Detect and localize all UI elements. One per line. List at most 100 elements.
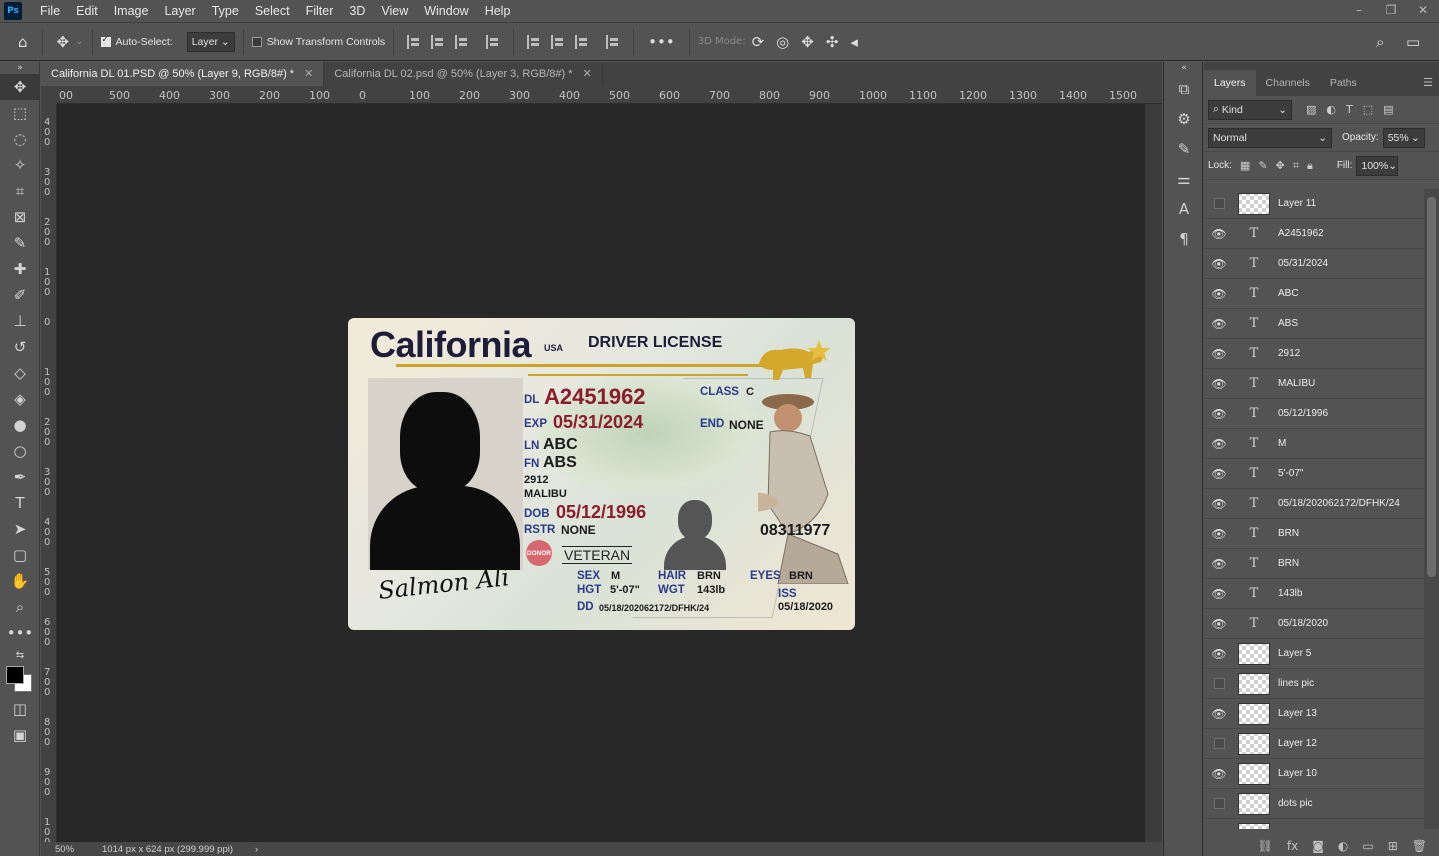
link-layers-icon[interactable]: ⛓ [1258, 839, 1273, 853]
brush-tool-icon[interactable]: ✐ [0, 282, 40, 308]
brush-settings-icon[interactable]: ✎ [1164, 134, 1204, 164]
screen-mode-icon[interactable]: ▣ [0, 722, 40, 748]
type-tool-icon[interactable]: T [0, 490, 40, 516]
align-center-icon[interactable] [431, 34, 445, 49]
auto-select-target-dropdown[interactable]: Layer ⌄ [186, 31, 235, 52]
eye-icon[interactable]: 👁︎ [1204, 519, 1234, 549]
layer-row[interactable]: 👁︎ T 5'-07" [1204, 459, 1424, 489]
layer-row[interactable]: 👁︎ T 05/12/1996 [1204, 399, 1424, 429]
eyedropper-tool-icon[interactable]: ✎ [0, 230, 40, 256]
character-icon[interactable]: A [1164, 194, 1204, 224]
zoom-tool-icon[interactable]: ⌕ [0, 594, 40, 620]
layer-row[interactable]: 👁︎ T 143lb [1204, 579, 1424, 609]
adjustment-layer-icon[interactable]: ◐ [1338, 839, 1348, 853]
paragraph-icon[interactable]: ¶ [1164, 224, 1204, 254]
align-top-icon[interactable] [527, 34, 541, 49]
pen-tool-icon[interactable]: ✒ [0, 464, 40, 490]
menu-image[interactable]: Image [106, 0, 157, 22]
align-right-icon[interactable] [455, 34, 469, 49]
collapse-icon[interactable]: « [1164, 62, 1204, 74]
layer-row[interactable]: 👁︎ T ABC [1204, 279, 1424, 309]
eye-icon[interactable]: 👁︎ [1204, 249, 1234, 279]
path-select-tool-icon[interactable]: ➤ [0, 516, 40, 542]
eye-icon[interactable]: 👁︎ [1204, 699, 1234, 729]
menu-view[interactable]: View [373, 0, 416, 22]
workspace-icon[interactable]: ▭ [1406, 33, 1420, 51]
hand-tool-icon[interactable]: ✋ [0, 568, 40, 594]
show-transform-checkbox[interactable] [251, 36, 262, 47]
eye-icon[interactable]: 👁︎ [1204, 429, 1234, 459]
visibility-toggle[interactable] [1204, 669, 1234, 699]
chevron-down-icon[interactable]: ⌄ [75, 36, 83, 47]
opacity-input[interactable]: 55% ⌄ [1382, 127, 1425, 148]
eye-icon[interactable]: 👁︎ [1204, 759, 1234, 789]
menu-file[interactable]: File [32, 0, 68, 22]
layer-row[interactable]: 👁︎ T 05/31/2024 [1204, 249, 1424, 279]
eye-icon[interactable]: 👁︎ [1204, 609, 1234, 639]
shape-tool-icon[interactable]: ▢ [0, 542, 40, 568]
distribute-vertical-icon[interactable] [606, 34, 620, 49]
scroll-thumb[interactable] [1427, 197, 1436, 577]
menu-edit[interactable]: Edit [68, 0, 106, 22]
menu-type[interactable]: Type [204, 0, 247, 22]
lock-transparent-icon[interactable]: ▦ [1240, 159, 1250, 172]
menu-3d[interactable]: 3D [341, 0, 373, 22]
align-left-icon[interactable] [407, 34, 421, 49]
zoom-level[interactable]: 50% [55, 844, 74, 855]
tab-channels[interactable]: Channels [1256, 70, 1320, 96]
new-layer-icon[interactable]: ⊞ [1388, 839, 1398, 853]
layer-row[interactable]: 👁︎ Layer 5 [1204, 639, 1424, 669]
filter-type-icon[interactable]: T [1346, 103, 1353, 116]
filter-smart-object-icon[interactable]: ▤ [1383, 103, 1393, 116]
layer-row[interactable]: 👁︎ Layer 10 [1204, 759, 1424, 789]
eye-icon[interactable]: 👁︎ [1204, 459, 1234, 489]
eye-icon[interactable]: 👁︎ [1204, 399, 1234, 429]
swap-colors-icon[interactable]: ⇆ [0, 646, 40, 664]
lasso-tool-icon[interactable]: ◌ [0, 126, 40, 152]
adjustments-icon[interactable]: ⚌ [1164, 164, 1204, 194]
crop-tool-icon[interactable]: ⌗ [0, 178, 40, 204]
menu-select[interactable]: Select [247, 0, 298, 22]
layer-row[interactable]: lines pic [1204, 669, 1424, 699]
visibility-toggle[interactable] [1204, 789, 1234, 819]
document-image-driver-license[interactable]: California USA DRIVER LICENSE DL A245196… [348, 318, 855, 630]
align-middle-icon[interactable] [551, 34, 565, 49]
align-bottom-icon[interactable] [575, 34, 589, 49]
eye-icon[interactable]: 👁︎ [1204, 279, 1234, 309]
paint-bucket-tool-icon[interactable]: ◈ [0, 386, 40, 412]
lock-all-icon[interactable]: 🔒︎ [1307, 159, 1313, 173]
visibility-toggle[interactable] [1204, 729, 1234, 759]
close-tab-icon[interactable]: ✕ [583, 68, 592, 80]
filter-kind-dropdown[interactable]: ⌕ Kind ⌄ [1208, 99, 1292, 120]
dodge-tool-icon[interactable]: ○ [0, 438, 40, 464]
properties-icon[interactable]: ⚙ [1164, 104, 1204, 134]
eye-icon[interactable]: 👁︎ [1204, 819, 1234, 830]
tab-layers[interactable]: Layers [1204, 70, 1256, 96]
more-tools-icon[interactable]: ••• [0, 620, 40, 646]
frame-tool-icon[interactable]: ⊠ [0, 204, 40, 230]
layer-row[interactable]: dots pic [1204, 789, 1424, 819]
layers-scrollbar[interactable] [1424, 189, 1439, 829]
layer-row[interactable]: 👁︎ T BRN [1204, 549, 1424, 579]
menu-filter[interactable]: Filter [298, 0, 342, 22]
eye-icon[interactable]: 👁︎ [1204, 369, 1234, 399]
eye-icon[interactable]: 👁︎ [1204, 549, 1234, 579]
filter-pixel-icon[interactable]: ▨ [1306, 103, 1316, 116]
layer-row[interactable]: 👁︎ Layer 7 [1204, 819, 1424, 829]
quick-mask-icon[interactable]: ◫ [0, 696, 40, 722]
lock-paint-icon[interactable]: ✎ [1258, 159, 1267, 172]
move-tool-icon[interactable]: ✥ [0, 74, 40, 100]
filter-shape-icon[interactable]: ⬚ [1363, 103, 1373, 116]
auto-select-checkbox[interactable] [100, 35, 111, 47]
minimize-icon[interactable]: – [1343, 0, 1375, 20]
fill-input[interactable]: 100% ⌄ [1356, 155, 1399, 176]
panel-menu-icon[interactable]: ☰ [1423, 70, 1433, 96]
blend-mode-dropdown[interactable]: Normal ⌄ [1208, 127, 1332, 148]
blur-tool-icon[interactable]: ● [0, 412, 40, 438]
menu-window[interactable]: Window [416, 0, 476, 22]
eraser-tool-icon[interactable]: ◇ [0, 360, 40, 386]
new-group-icon[interactable]: ▭ [1362, 839, 1373, 853]
color-swatches[interactable] [0, 664, 39, 696]
layer-row[interactable]: 👁︎ T 2912 [1204, 339, 1424, 369]
layer-row[interactable]: 👁︎ T A2451962 [1204, 219, 1424, 249]
